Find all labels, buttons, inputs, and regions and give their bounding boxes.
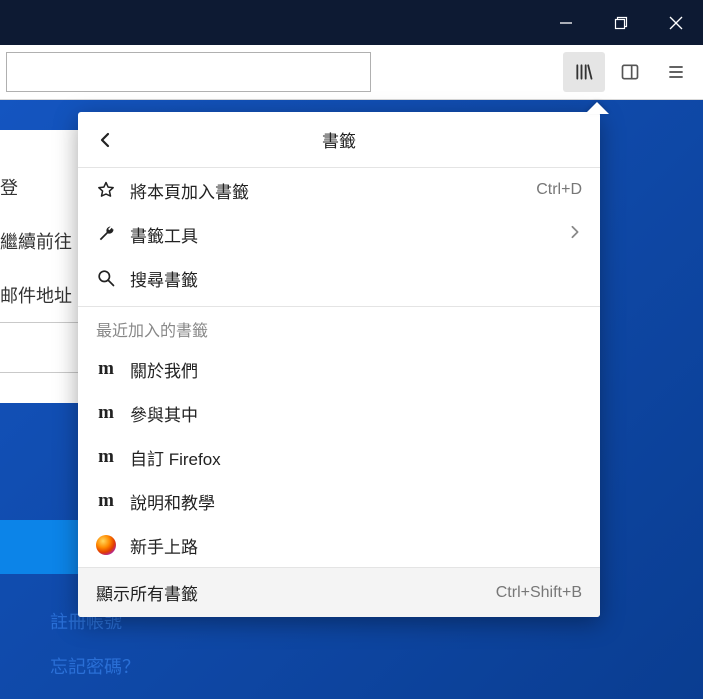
- library-icon: [574, 62, 594, 82]
- bookmark-label: 新手上路: [130, 533, 582, 558]
- bookmarks-panel: 書籤 將本頁加入書籤 Ctrl+D 書籤工具 搜尋書籤 最近加入的書籤 m 關於…: [78, 112, 600, 617]
- recent-bookmarks-label: 最近加入的書籤: [78, 306, 600, 347]
- minimize-icon: [559, 16, 573, 30]
- url-bar[interactable]: [6, 52, 371, 92]
- mozilla-favicon-icon: m: [96, 403, 116, 423]
- chevron-left-icon: [98, 132, 114, 148]
- restore-icon: [614, 16, 628, 30]
- chevron-right-icon: [568, 224, 582, 244]
- bookmark-this-page[interactable]: 將本頁加入書籤 Ctrl+D: [78, 168, 600, 212]
- menu-item-shortcut: Ctrl+D: [536, 181, 582, 199]
- panel-header: 書籤: [78, 112, 600, 168]
- mozilla-favicon-icon: m: [96, 447, 116, 467]
- bookmark-label: 說明和教學: [130, 489, 582, 514]
- bookmark-label: 關於我們: [130, 357, 582, 382]
- panel-arrow: [585, 102, 609, 114]
- library-button[interactable]: [563, 52, 605, 92]
- recent-bookmark-item[interactable]: m 自訂 Firefox: [78, 435, 600, 479]
- browser-toolbar: [0, 45, 703, 100]
- window-restore-button[interactable]: [593, 0, 648, 45]
- search-bookmarks[interactable]: 搜尋書籤: [78, 256, 600, 300]
- star-outline-icon: [96, 180, 116, 200]
- close-icon: [668, 15, 684, 31]
- menu-item-shortcut: Ctrl+Shift+B: [496, 584, 582, 602]
- panel-title: 書籤: [78, 127, 600, 152]
- forgot-password-link[interactable]: 忘記密碼？: [50, 645, 140, 690]
- sidebar-icon: [620, 62, 640, 82]
- bookmark-label: 參與其中: [130, 401, 582, 426]
- panel-back-button[interactable]: [90, 124, 122, 156]
- window-titlebar: [0, 0, 703, 45]
- bookmarking-tools[interactable]: 書籤工具: [78, 212, 600, 256]
- menu-item-label: 書籤工具: [130, 222, 554, 247]
- app-menu-button[interactable]: [655, 52, 697, 92]
- wrench-icon: [96, 224, 116, 244]
- search-icon: [96, 268, 116, 288]
- recent-bookmark-item[interactable]: m 關於我們: [78, 347, 600, 391]
- menu-item-label: 搜尋書籤: [130, 266, 582, 291]
- window-close-button[interactable]: [648, 0, 703, 45]
- recent-bookmark-item[interactable]: 新手上路: [78, 523, 600, 567]
- hamburger-icon: [666, 62, 686, 82]
- sidebar-button[interactable]: [609, 52, 651, 92]
- show-all-bookmarks[interactable]: 顯示所有書籤 Ctrl+Shift+B: [78, 567, 600, 617]
- firefox-favicon-icon: [96, 535, 116, 555]
- recent-bookmark-item[interactable]: m 參與其中: [78, 391, 600, 435]
- menu-item-label: 顯示所有書籤: [96, 580, 496, 605]
- mozilla-favicon-icon: m: [96, 359, 116, 379]
- menu-item-label: 將本頁加入書籤: [130, 178, 522, 203]
- recent-bookmark-item[interactable]: m 說明和教學: [78, 479, 600, 523]
- bookmark-label: 自訂 Firefox: [130, 445, 582, 470]
- mozilla-favicon-icon: m: [96, 491, 116, 511]
- window-minimize-button[interactable]: [538, 0, 593, 45]
